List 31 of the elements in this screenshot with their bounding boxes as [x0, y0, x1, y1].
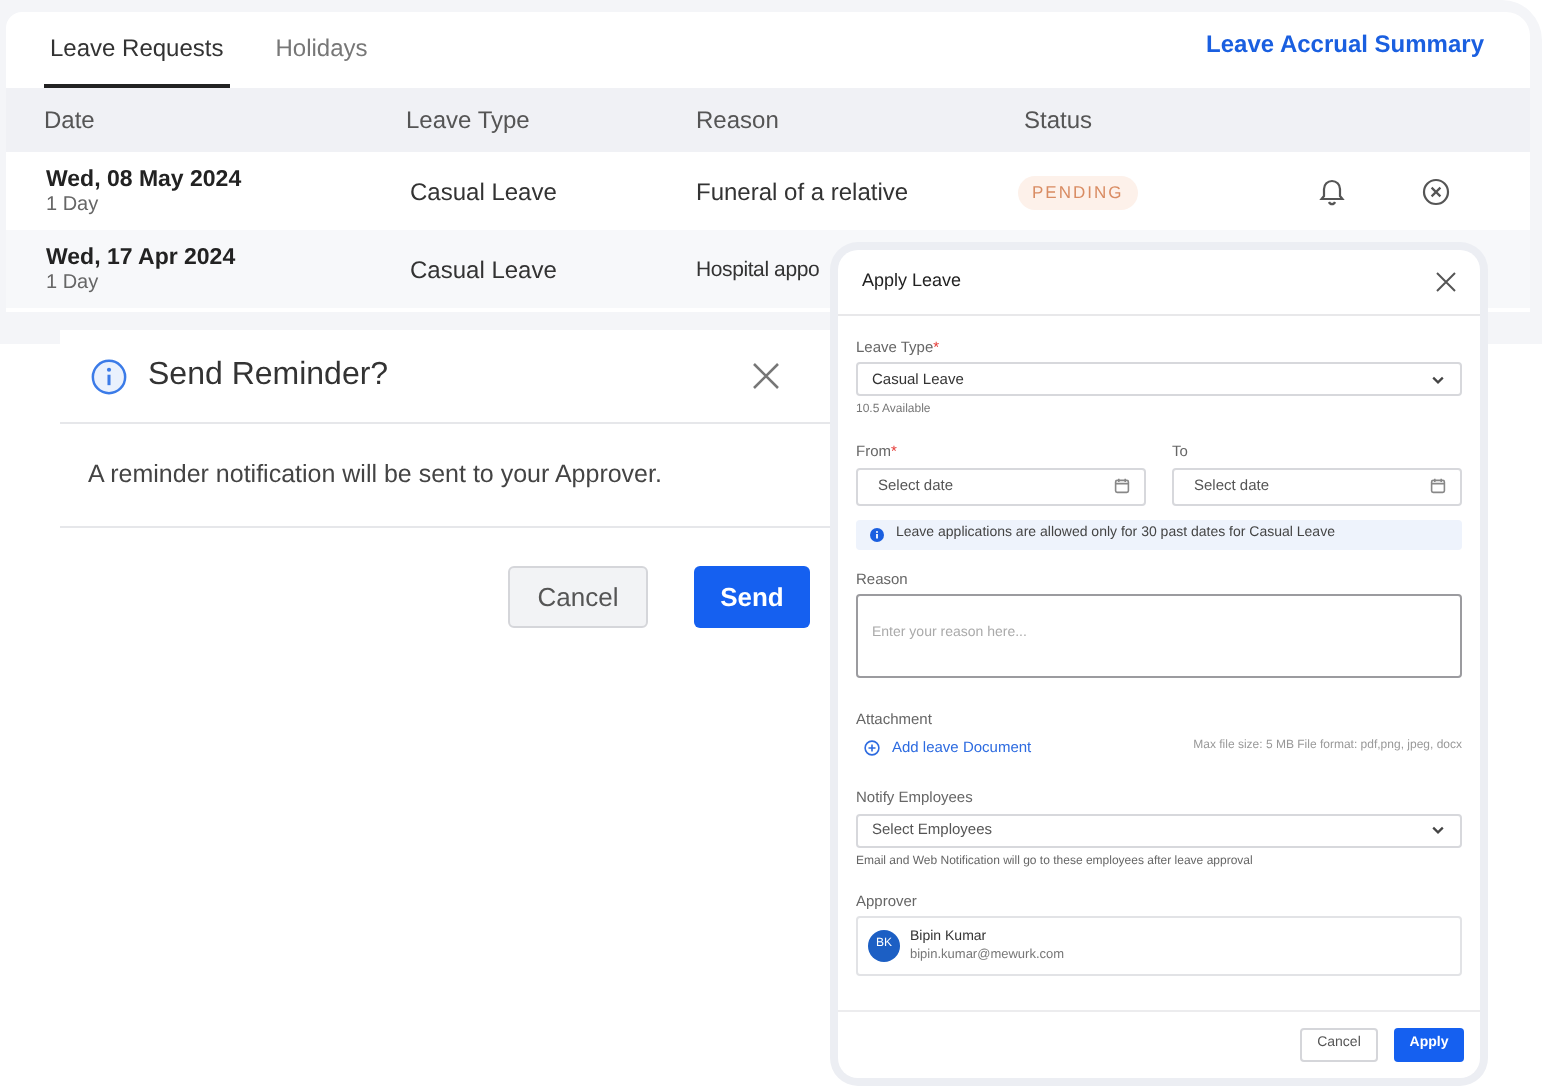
panel-title: Apply Leave	[862, 268, 962, 295]
leave-duration: 1 Day	[46, 193, 101, 217]
cancel-button[interactable]: Cancel	[508, 566, 648, 628]
add-icon	[864, 739, 880, 756]
leave-type: Casual Leave	[410, 177, 557, 205]
cancel-icon[interactable]	[1422, 177, 1450, 205]
leave-type: Casual Leave	[410, 255, 557, 283]
tab[interactable]: Holidays	[269, 12, 374, 88]
calendar-icon	[1114, 478, 1130, 494]
chevron-down-icon	[1430, 371, 1446, 388]
leave-reason: Hospital appo	[696, 258, 820, 283]
dialog-message: A reminder notification will be sent to your Approver.	[88, 458, 662, 493]
leave-date: Wed, 17 Apr 2024	[46, 243, 238, 271]
column-header: Reason	[694, 104, 781, 138]
leave-accrual-summary-link[interactable]: Leave Accrual Summary	[1206, 26, 1484, 62]
leave-date: Wed, 08 May 2024	[46, 165, 244, 193]
column-header: Status	[1022, 104, 1095, 138]
info-icon	[90, 357, 128, 395]
chevron-down-icon	[1430, 822, 1446, 838]
bell-icon[interactable]	[1318, 176, 1346, 206]
info-icon	[870, 527, 884, 541]
leave-reason: Funeral of a relative	[696, 177, 909, 205]
close-icon[interactable]	[1436, 272, 1456, 292]
column-header: Date	[42, 104, 97, 138]
status-badge: PENDING	[1018, 176, 1138, 210]
send-button[interactable]: Send	[694, 566, 810, 628]
dialog-title: Send Reminder?	[148, 356, 389, 396]
calendar-icon	[1430, 478, 1446, 494]
close-icon[interactable]	[752, 362, 780, 390]
leave-duration: 1 Day	[46, 271, 101, 295]
column-header: Leave Type	[404, 104, 532, 138]
